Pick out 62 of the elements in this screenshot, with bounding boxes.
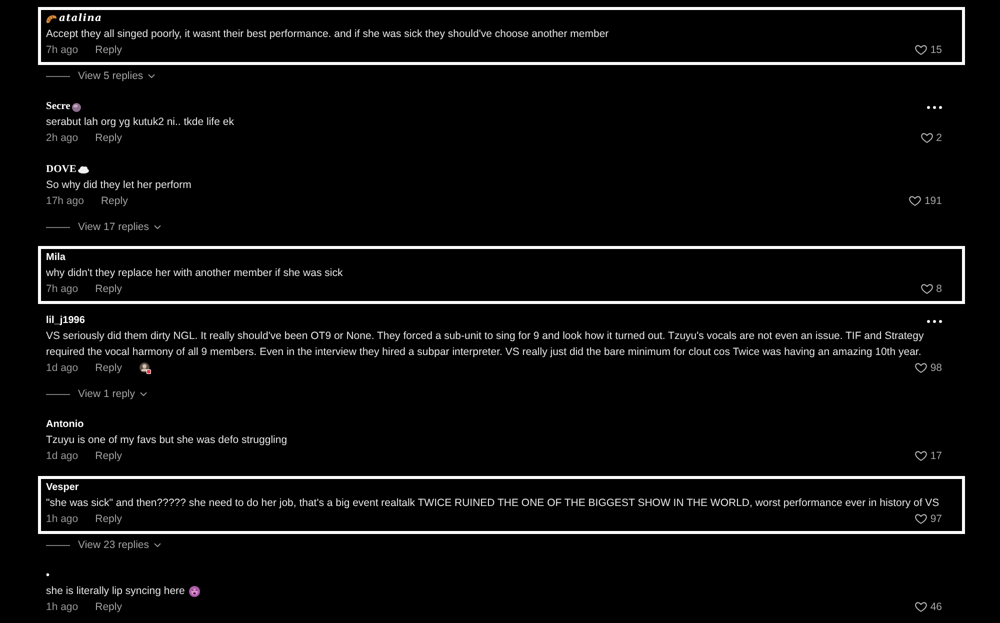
more-options-icon[interactable]: [927, 320, 942, 322]
like-button[interactable]: 191: [909, 193, 942, 209]
view-replies-button[interactable]: View 5 replies: [78, 68, 156, 84]
username[interactable]: DOVE: [46, 163, 76, 177]
chevron-down-icon: [154, 224, 162, 230]
username[interactable]: Vesper: [46, 481, 79, 495]
cloud-icon: [78, 166, 90, 174]
timestamp: 1h ago: [46, 512, 78, 527]
comment-text: Accept they all singed poorly, it wasnt their best performance. and if she was sick they should've choose another member: [46, 27, 609, 42]
comment-text: "she was sick" and then????? she need to do her job, that's a big event realtalk TWICE RUINED THE ONE OF THE BIGGEST SHOW IN THE WORLD, worst performance ever in history of VS: [46, 496, 940, 511]
timestamp: 7h ago: [46, 282, 78, 297]
chevron-down-icon: [148, 74, 156, 78]
orb-icon: [72, 102, 82, 112]
timestamp: 1d ago: [46, 361, 78, 376]
timestamp: 7h ago: [46, 43, 78, 58]
heart-icon: [915, 514, 928, 524]
reply-button[interactable]: Reply: [95, 281, 122, 297]
username[interactable]: •: [46, 569, 50, 583]
reply-button[interactable]: Reply: [100, 193, 128, 209]
comment-text: VS seriously did them dirty NGL. It really should've been OT9 or None. They forced a sub-unit to sing for 9 and look how it turned out. Tzuyu's vocals are not even an issue. TIF and Strategy required the vocal harmony of all 9 members. Even in the interview they hired a subpar interpreter. VS really just did the bare minimum for clout cos Twice was having an amazing 10th year.: [46, 329, 925, 360]
heart-icon: [921, 133, 934, 143]
like-button[interactable]: 17: [915, 448, 942, 464]
reply-button[interactable]: Reply: [95, 511, 122, 527]
like-button[interactable]: 15: [915, 42, 942, 58]
like-button[interactable]: 2: [921, 130, 942, 146]
comment-text: why didn't they replace her with another member if she was sick: [46, 266, 343, 281]
timestamp: 1h ago: [46, 600, 78, 615]
comment-text: So why did they let her perform: [46, 178, 192, 193]
comment-text: Tzuyu is one of my favs but she was defo struggling: [46, 433, 288, 448]
view-replies-button[interactable]: View 1 reply: [78, 386, 148, 402]
heart-icon: [921, 284, 934, 294]
like-button[interactable]: 46: [915, 599, 942, 615]
reply-button[interactable]: Reply: [95, 42, 122, 58]
reply-button[interactable]: Reply: [95, 448, 122, 464]
like-button[interactable]: 8: [921, 281, 942, 297]
username[interactable]: atalina: [59, 12, 102, 26]
heart-icon: [915, 45, 928, 55]
heart-icon: [915, 363, 928, 373]
croissant-icon: [46, 14, 57, 24]
heart-icon: [915, 602, 928, 612]
reply-button[interactable]: Reply: [95, 130, 122, 146]
view-replies-button[interactable]: View 17 replies: [78, 219, 162, 235]
comment-text: she is literally lip syncing here: [46, 584, 185, 599]
reply-button[interactable]: Reply: [95, 599, 122, 615]
username[interactable]: lil_j1996: [46, 314, 85, 328]
more-options-icon[interactable]: [927, 106, 942, 108]
timestamp: 17h ago: [46, 194, 84, 209]
timestamp: 1d ago: [46, 449, 78, 464]
chevron-down-icon: [154, 542, 162, 548]
face-emoji-icon: [188, 586, 200, 596]
like-button[interactable]: 98: [915, 360, 942, 376]
chevron-down-icon: [140, 392, 148, 396]
username[interactable]: Antonio: [46, 418, 84, 432]
heart-icon: [915, 451, 928, 461]
like-button[interactable]: 97: [915, 511, 942, 527]
username[interactable]: Secre: [46, 100, 70, 114]
timestamp: 2h ago: [46, 131, 78, 146]
reply-button[interactable]: Reply: [95, 360, 122, 376]
username[interactable]: Mila: [46, 251, 66, 265]
heart-icon: [909, 196, 922, 206]
comment-text: serabut lah org yg kutuk2 ni.. tkde life ek: [46, 115, 234, 130]
view-replies-button[interactable]: View 23 replies: [78, 537, 162, 553]
